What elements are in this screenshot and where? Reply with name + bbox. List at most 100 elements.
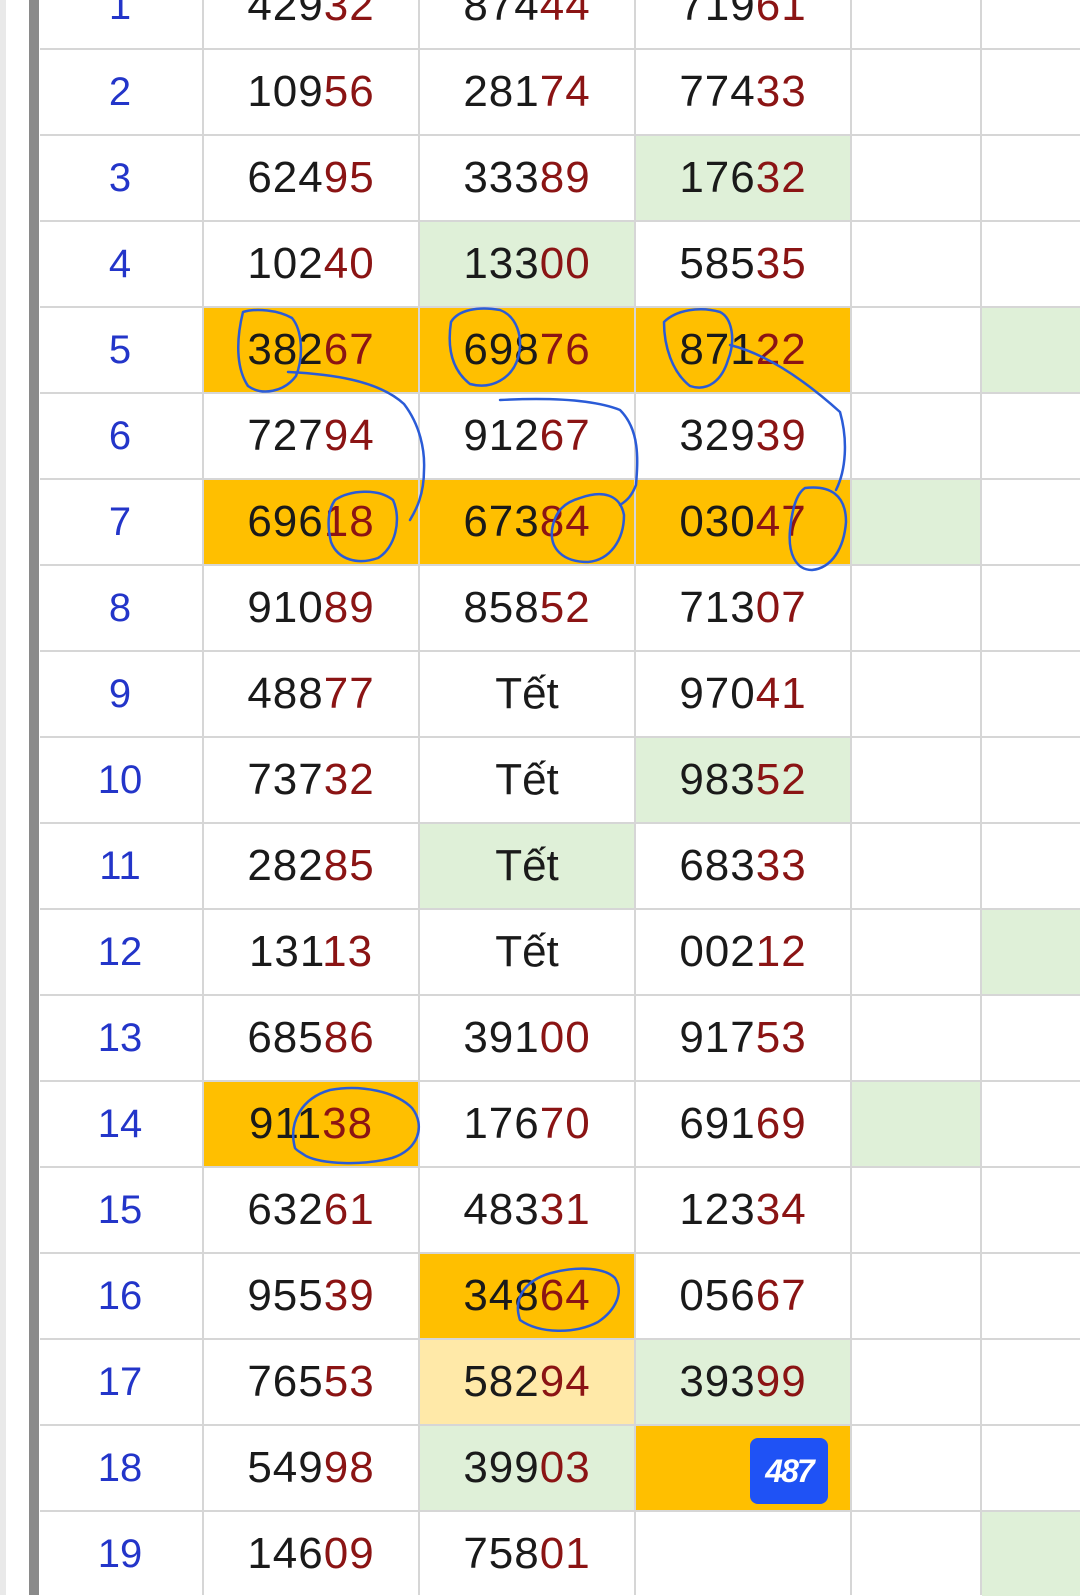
table-cell[interactable] bbox=[852, 1340, 980, 1424]
table-cell[interactable] bbox=[852, 308, 980, 392]
table-cell[interactable]: 91089 bbox=[204, 566, 418, 650]
table-cell[interactable]: 32939 bbox=[636, 394, 850, 478]
table-cell[interactable] bbox=[982, 566, 1080, 650]
table-cell[interactable]: Tết bbox=[420, 738, 634, 822]
table-cell[interactable]: 62495 bbox=[204, 136, 418, 220]
table-cell[interactable]: 71307 bbox=[636, 566, 850, 650]
table-cell[interactable]: 76553 bbox=[204, 1340, 418, 1424]
table-cell[interactable] bbox=[852, 652, 980, 736]
table-cell[interactable]: 87122 bbox=[636, 308, 850, 392]
table-cell[interactable] bbox=[982, 1254, 1080, 1338]
table-cell[interactable] bbox=[852, 910, 980, 994]
table-cell[interactable]: 72794 bbox=[204, 394, 418, 478]
table-cell[interactable]: 75801 bbox=[420, 1512, 634, 1596]
table-cell[interactable]: 10956 bbox=[204, 50, 418, 134]
table-cell[interactable]: 487 bbox=[636, 1426, 850, 1510]
table-cell[interactable] bbox=[852, 738, 980, 822]
table-cell[interactable]: 34864 bbox=[420, 1254, 634, 1338]
table-cell[interactable]: 54998 bbox=[204, 1426, 418, 1510]
table-cell[interactable] bbox=[852, 222, 980, 306]
table-cell[interactable]: 91138 bbox=[204, 1082, 418, 1166]
number-prefix: 871 bbox=[679, 325, 756, 374]
table-cell[interactable]: 63261 bbox=[204, 1168, 418, 1252]
table-cell[interactable]: 48877 bbox=[204, 652, 418, 736]
table-cell[interactable] bbox=[982, 394, 1080, 478]
table-cell[interactable]: 98352 bbox=[636, 738, 850, 822]
table-cell[interactable]: 10240 bbox=[204, 222, 418, 306]
row-number: 19 bbox=[97, 1531, 143, 1576]
table-cell[interactable]: 97041 bbox=[636, 652, 850, 736]
table-cell[interactable]: 58294 bbox=[420, 1340, 634, 1424]
table-cell[interactable] bbox=[982, 50, 1080, 134]
table-cell[interactable] bbox=[982, 824, 1080, 908]
table-cell[interactable]: 17670 bbox=[420, 1082, 634, 1166]
table-cell[interactable] bbox=[852, 1082, 980, 1166]
table-cell[interactable] bbox=[852, 824, 980, 908]
table-cell[interactable]: 91267 bbox=[420, 394, 634, 478]
table-cell[interactable] bbox=[852, 996, 980, 1080]
table-cell[interactable]: 68333 bbox=[636, 824, 850, 908]
table-cell[interactable] bbox=[982, 738, 1080, 822]
table-cell[interactable]: 91753 bbox=[636, 996, 850, 1080]
table-cell[interactable]: 28285 bbox=[204, 824, 418, 908]
table-cell[interactable]: 39903 bbox=[420, 1426, 634, 1510]
lottery-number: 28285 bbox=[247, 841, 374, 891]
table-cell[interactable] bbox=[982, 222, 1080, 306]
scrollbar-track[interactable] bbox=[29, 0, 39, 1595]
table-cell[interactable] bbox=[852, 1254, 980, 1338]
table-cell[interactable] bbox=[852, 1426, 980, 1510]
table-cell[interactable] bbox=[982, 136, 1080, 220]
table-cell[interactable]: 13300 bbox=[420, 222, 634, 306]
table-cell[interactable] bbox=[982, 0, 1080, 48]
table-cell[interactable]: 33389 bbox=[420, 136, 634, 220]
table-cell[interactable]: 69618 bbox=[204, 480, 418, 564]
table-cell[interactable]: 48331 bbox=[420, 1168, 634, 1252]
table-cell[interactable] bbox=[982, 1340, 1080, 1424]
table-cell[interactable] bbox=[982, 910, 1080, 994]
table-cell[interactable] bbox=[852, 1512, 980, 1596]
table-cell[interactable] bbox=[982, 1512, 1080, 1596]
table-cell[interactable] bbox=[636, 1512, 850, 1596]
table-cell[interactable]: 05667 bbox=[636, 1254, 850, 1338]
table-cell[interactable] bbox=[852, 136, 980, 220]
table-cell[interactable]: 58535 bbox=[636, 222, 850, 306]
table-cell[interactable]: 85852 bbox=[420, 566, 634, 650]
table-cell[interactable] bbox=[982, 480, 1080, 564]
table-cell[interactable]: 71961 bbox=[636, 0, 850, 48]
table-cell[interactable] bbox=[852, 394, 980, 478]
table-cell[interactable]: 42932 bbox=[204, 0, 418, 48]
table-cell[interactable]: 77433 bbox=[636, 50, 850, 134]
table-cell[interactable] bbox=[852, 50, 980, 134]
table-cell[interactable]: 69876 bbox=[420, 308, 634, 392]
table-cell[interactable]: 69169 bbox=[636, 1082, 850, 1166]
table-cell[interactable]: 17632 bbox=[636, 136, 850, 220]
table-cell[interactable]: 67384 bbox=[420, 480, 634, 564]
table-cell[interactable] bbox=[852, 1168, 980, 1252]
table-cell[interactable]: 03047 bbox=[636, 480, 850, 564]
table-cell[interactable]: 87444 bbox=[420, 0, 634, 48]
table-cell[interactable]: Tết bbox=[420, 652, 634, 736]
table-cell[interactable]: 38267 bbox=[204, 308, 418, 392]
table-cell[interactable]: 95539 bbox=[204, 1254, 418, 1338]
table-cell[interactable]: 13113 bbox=[204, 910, 418, 994]
table-cell[interactable] bbox=[982, 1168, 1080, 1252]
table-cell[interactable] bbox=[982, 996, 1080, 1080]
table-cell[interactable]: 14609 bbox=[204, 1512, 418, 1596]
table-cell[interactable]: 39100 bbox=[420, 996, 634, 1080]
table-cell[interactable]: 12334 bbox=[636, 1168, 850, 1252]
table-cell[interactable]: 73732 bbox=[204, 738, 418, 822]
table-cell[interactable]: 28174 bbox=[420, 50, 634, 134]
count-badge[interactable]: 487 bbox=[750, 1438, 828, 1504]
table-cell[interactable]: 39399 bbox=[636, 1340, 850, 1424]
table-cell[interactable] bbox=[982, 652, 1080, 736]
table-cell[interactable]: 00212 bbox=[636, 910, 850, 994]
table-cell[interactable] bbox=[852, 480, 980, 564]
table-cell[interactable] bbox=[982, 1082, 1080, 1166]
table-cell[interactable] bbox=[982, 1426, 1080, 1510]
table-cell[interactable] bbox=[982, 308, 1080, 392]
table-cell[interactable]: Tết bbox=[420, 824, 634, 908]
table-cell[interactable]: Tết bbox=[420, 910, 634, 994]
table-cell[interactable] bbox=[852, 0, 980, 48]
table-cell[interactable] bbox=[852, 566, 980, 650]
table-cell[interactable]: 68586 bbox=[204, 996, 418, 1080]
